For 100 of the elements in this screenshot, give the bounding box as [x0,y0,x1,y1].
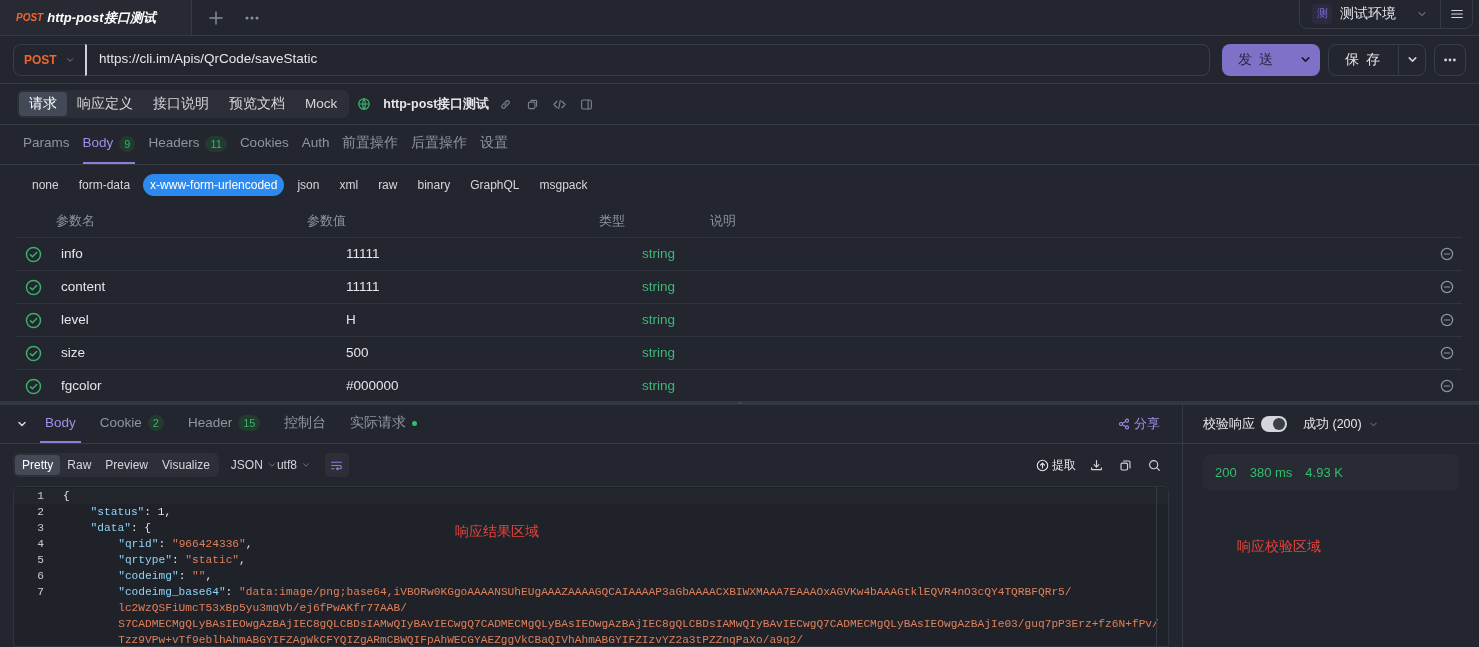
api-name: http-post接口测试 [383,95,490,113]
checkbox-icon[interactable] [25,311,42,329]
body-type-option[interactable]: xml [332,174,366,196]
chevron-down-icon [300,460,311,470]
encoding-select[interactable]: utf8 [276,456,311,474]
line-number: 2 [37,506,44,518]
request-tab[interactable]: Auth [301,125,330,164]
url-field[interactable]: https://cli.im/Apis/QrCode/saveStatic [85,43,1210,76]
request-tab[interactable]: Body 9 [82,125,136,164]
body-type-option[interactable]: GraphQL [463,174,527,196]
code-line: S7CADMECMgQLyBAsIEOwgAzBAjIEC8gQLCBDsIAMwQIyBAvIECwgQ7CADMECMgQLyBAsIEOwgAzBAjIEC8gQLCBDsIAMwQIyBAvIECwgQ7CADMECMgQLyBAsIEOwgAzBAjIe03/guq7pP3Erz+fz6N+fPv/ [117,617,1159,632]
code-line: { [62,489,70,504]
body-type-option[interactable]: none [25,174,66,196]
code-line: "codeimg_base64": "data:image/png;base64,iVBORw0KGgoAAAANSUhEUgAAAZAAAAGQCAIAAAAP3aGbAAAACXBIWXMAAA7EAAAOxAGVKw4bAAAGtklEQVR4nO3cQY4TQRBFQRr5/ [117,585,1072,600]
checkbox-icon[interactable] [25,377,42,395]
view-tab[interactable]: 接口说明 [143,92,219,116]
code-line: "qrid": "966424336", [117,537,253,552]
checkbox-icon[interactable] [25,344,42,362]
response-tab[interactable]: 控制台 [279,405,332,443]
link-icon[interactable] [499,97,513,111]
code-line: "status": 1, [89,505,172,520]
validation-label: 校验响应 [1203,415,1255,434]
code-line: lc2WzQSFiUmcT53xBp5yu3mqVb/ej6fPwAKfr77AAB/ [117,601,407,616]
method-select[interactable]: POST [13,43,85,76]
share-icon [1118,418,1130,430]
checkbox-icon[interactable] [25,245,42,263]
column-header: 说明 [710,213,736,229]
wrap-button[interactable] [324,453,349,477]
share-button[interactable]: 分享 [1118,405,1160,443]
request-tab[interactable]: 后置操作 [411,125,468,164]
count-badge: 9 [119,135,136,152]
add-icon[interactable] [208,9,224,26]
code-line: "data": { [89,521,152,536]
search-icon[interactable] [1148,458,1161,472]
body-type-option[interactable]: form-data [71,174,138,196]
upload-icon [1036,458,1049,472]
request-tab[interactable]: Headers 11 [148,125,227,164]
stat-value: 4.93 K [1305,463,1343,482]
format-tab[interactable]: Raw [60,455,99,475]
validation-toggle[interactable] [1261,416,1287,432]
body-type-option[interactable]: x-www-form-urlencoded [143,174,285,196]
table-cell: string [642,278,675,294]
view-tab[interactable]: 响应定义 [67,92,143,116]
table-cell: string [642,344,675,360]
request-tab[interactable]: 前置操作 [342,125,399,164]
body-type-option[interactable]: msgpack [532,174,595,196]
response-tab[interactable]: 实际请求 [345,405,423,443]
table-cell: 11111 [346,278,380,294]
format-tab[interactable]: Preview [98,455,156,475]
remove-icon[interactable] [1440,280,1454,294]
remove-icon[interactable] [1440,379,1454,393]
response-tab[interactable]: Cookie 2 [94,405,169,443]
view-tab[interactable]: 预览文档 [219,92,295,116]
request-tab[interactable]: 设置 [480,125,509,164]
format-tab[interactable]: Pretty [15,455,61,475]
count-badge: 11 [205,135,227,152]
download-icon[interactable] [1090,458,1103,472]
table-cell: level [61,311,89,327]
body-type-option[interactable]: json [290,174,327,196]
panel-icon[interactable] [580,97,594,111]
column-header: 参数名 [56,213,95,229]
table-cell: 11111 [346,245,380,261]
more-button[interactable] [1434,43,1466,76]
table-cell: 500 [346,344,369,360]
code-line: "codeimg": "", [117,569,213,584]
request-tab[interactable]: POST http-post接口测试 [0,0,192,35]
line-number: 4 [37,538,44,550]
code-line: Tzz9VPw+vTf9eblhAhmABGYIFZAgWkCFYQIZgARmCBWQIFpAhWECGYAEZggVkCBaQIVhAhmABGYIFZIzvYZ2a3tPZZnqPaXo/a9q2/ [117,633,803,646]
view-tab[interactable]: Mock [295,92,348,116]
code-line: "qrtype": "static", [117,553,246,568]
line-number: 7 [37,586,44,598]
remove-icon[interactable] [1440,313,1454,327]
response-tab[interactable]: Header 15 [182,405,266,443]
table-cell: string [642,377,675,393]
table-cell: info [61,245,83,261]
body-type-option[interactable]: binary [410,174,458,196]
body-type-option[interactable]: raw [371,174,405,196]
line-number: 3 [37,522,44,534]
request-tab[interactable]: Params [23,125,70,164]
request-tab[interactable]: Cookies [239,125,289,164]
table-cell: fgcolor [61,377,102,393]
tab-title: http-post接口测试 [47,8,156,27]
code-icon[interactable] [553,97,567,111]
result-select[interactable]: 成功 (200) [1303,414,1379,434]
line-number: 5 [37,554,44,566]
table-cell: size [61,344,85,360]
annotation-text: 响应结果区域 [455,522,539,541]
format-tab[interactable]: Visualize [155,455,217,475]
format-select[interactable]: JSON [230,456,277,474]
table-cell: string [642,245,675,261]
extract-button[interactable]: 提取 [1036,456,1076,474]
view-tab[interactable]: 请求 [19,92,67,116]
copy-icon[interactable] [1119,458,1132,472]
response-tab[interactable]: Body [40,405,81,443]
remove-icon[interactable] [1440,247,1454,261]
method-tag: POST [16,10,44,25]
stat-value: 380 ms [1249,463,1293,482]
count-badge: 15 [238,415,261,431]
checkbox-icon[interactable] [25,278,42,296]
remove-icon[interactable] [1440,346,1454,360]
